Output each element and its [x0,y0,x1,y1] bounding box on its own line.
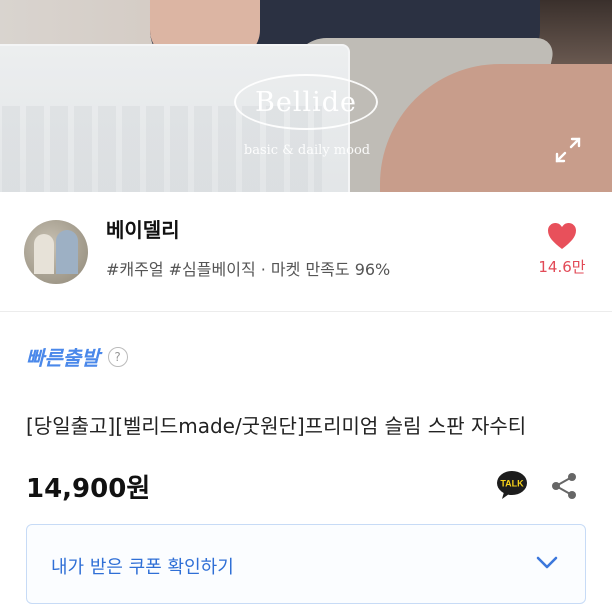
like-button[interactable]: 14.6만 [532,222,592,282]
avatar-figure [56,230,78,274]
coupon-check-button[interactable]: 내가 받은 쿠폰 확인하기 [26,524,586,604]
kakao-talk-icon[interactable]: TALK [496,470,528,500]
seller-tags: #캐주얼 #심플베이직 · 마켓 만족도 96% [106,260,391,279]
seller-section: 베이델리 #캐주얼 #심플베이직 · 마켓 만족도 96% 14.6만 [0,192,612,312]
heart-icon [548,223,576,249]
fast-shipping-label: 빠른출발 [26,346,100,370]
avatar-figure [34,234,54,274]
help-icon[interactable]: ? [107,346,128,367]
brand-name: Bellide [255,86,357,118]
share-icon[interactable] [551,472,577,500]
coupon-label: 내가 받은 쿠폰 확인하기 [51,557,234,578]
brand-tagline: basic & daily mood [243,143,371,158]
talk-label: TALK [500,479,524,489]
like-count: 14.6만 [538,258,586,276]
brand-watermark: Bellide [234,74,378,130]
product-title: [당일출고][벨리드made/굿원단]프리미엄 슬림 스판 자수티 [26,414,527,438]
expand-icon[interactable] [552,134,584,166]
product-image[interactable]: Bellide basic & daily mood [0,0,612,192]
seller-name[interactable]: 베이델리 [106,214,180,243]
fast-shipping-badge: 빠른출발 ? [26,342,128,371]
product-price: 14,900원 [26,474,151,504]
seller-avatar[interactable] [24,220,88,284]
chevron-down-icon [536,556,558,569]
